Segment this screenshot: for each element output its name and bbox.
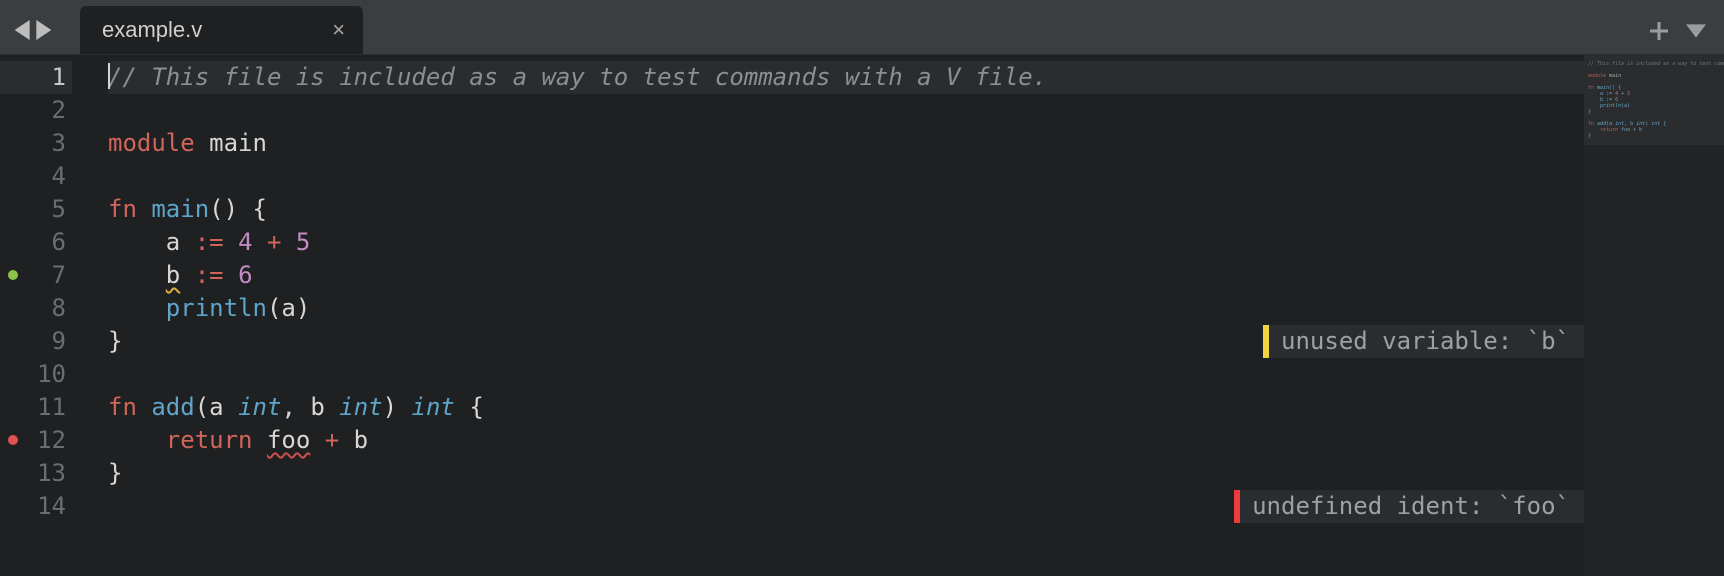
nav-back-icon[interactable] — [14, 20, 32, 40]
line-number: 5 — [0, 193, 72, 226]
line-number: 1 — [0, 61, 72, 94]
punct: () { — [209, 195, 267, 223]
punct: } — [108, 459, 122, 487]
code-line[interactable] — [108, 490, 1584, 523]
code-line[interactable]: // This file is included as a way to tes… — [108, 61, 1584, 94]
code-line[interactable]: println(a) — [108, 292, 1584, 325]
code-line[interactable]: fn main() { — [108, 193, 1584, 226]
line-number: 10 — [0, 358, 72, 391]
identifier-warning: b — [166, 261, 180, 289]
number: 5 — [296, 228, 310, 256]
return-type: int — [412, 393, 455, 421]
gutter-marker[interactable] — [8, 435, 18, 445]
identifier: b — [354, 426, 368, 454]
operator: := — [195, 261, 224, 289]
gutter-marker[interactable] — [8, 270, 18, 280]
code-line[interactable]: module main — [108, 127, 1584, 160]
line-number: 11 — [0, 391, 72, 424]
close-icon[interactable]: × — [332, 17, 345, 43]
function-call: println — [166, 294, 267, 322]
editor: 1234567891011121314 // This file is incl… — [0, 55, 1724, 576]
minimap-viewport[interactable] — [1584, 55, 1724, 145]
tab-menu-icon[interactable] — [1686, 24, 1706, 38]
code-line[interactable]: a := 4 + 5 — [108, 226, 1584, 259]
operator: + — [267, 228, 281, 256]
history-nav — [10, 20, 80, 54]
tab-bar: example.v × — [0, 0, 1724, 55]
punct: ) — [383, 393, 397, 421]
type: int — [339, 393, 382, 421]
identifier-error: foo — [267, 426, 310, 454]
code-area[interactable]: // This file is included as a way to tes… — [72, 55, 1584, 576]
punct: ( — [195, 393, 209, 421]
identifier: a — [166, 228, 180, 256]
code-line[interactable] — [108, 160, 1584, 193]
keyword: return — [166, 426, 253, 454]
punct: } — [108, 327, 122, 355]
function-name: add — [151, 393, 194, 421]
gutter: 1234567891011121314 — [0, 55, 72, 576]
punct: { — [469, 393, 483, 421]
new-tab-icon[interactable] — [1650, 22, 1668, 40]
keyword: module — [108, 129, 195, 157]
file-tab[interactable]: example.v × — [80, 6, 363, 54]
identifier: a — [281, 294, 295, 322]
operator: + — [325, 426, 339, 454]
operator: := — [195, 228, 224, 256]
identifier: main — [209, 129, 267, 157]
line-number: 6 — [0, 226, 72, 259]
code-line[interactable] — [108, 94, 1584, 127]
code-line[interactable]: b := 6 unused variable: `b` — [108, 259, 1584, 292]
punct: ) — [296, 294, 310, 322]
line-number: 13 — [0, 457, 72, 490]
code-line[interactable]: fn add(a int, b int) int { — [108, 391, 1584, 424]
type: int — [238, 393, 281, 421]
code-line[interactable]: return foo + b undefined ident: `foo` — [108, 424, 1584, 457]
line-number: 3 — [0, 127, 72, 160]
punct: , — [281, 393, 295, 421]
number: 4 — [238, 228, 252, 256]
line-number: 8 — [0, 292, 72, 325]
text-cursor — [108, 63, 110, 89]
code-line[interactable]: } — [108, 457, 1584, 490]
punct: ( — [267, 294, 281, 322]
line-number: 4 — [0, 160, 72, 193]
keyword: fn — [108, 195, 137, 223]
tab-filename: example.v — [102, 17, 202, 43]
number: 6 — [238, 261, 252, 289]
nav-forward-icon[interactable] — [34, 20, 52, 40]
minimap[interactable]: // This file is included as a way to tes… — [1584, 55, 1724, 576]
param: b — [310, 393, 324, 421]
code-line[interactable]: } — [108, 325, 1584, 358]
comment-text: // This file is included as a way to tes… — [108, 63, 1047, 91]
keyword: fn — [108, 393, 137, 421]
line-number: 9 — [0, 325, 72, 358]
line-number: 2 — [0, 94, 72, 127]
function-name: main — [151, 195, 209, 223]
line-number: 14 — [0, 490, 72, 523]
param: a — [209, 393, 223, 421]
code-line[interactable] — [108, 358, 1584, 391]
